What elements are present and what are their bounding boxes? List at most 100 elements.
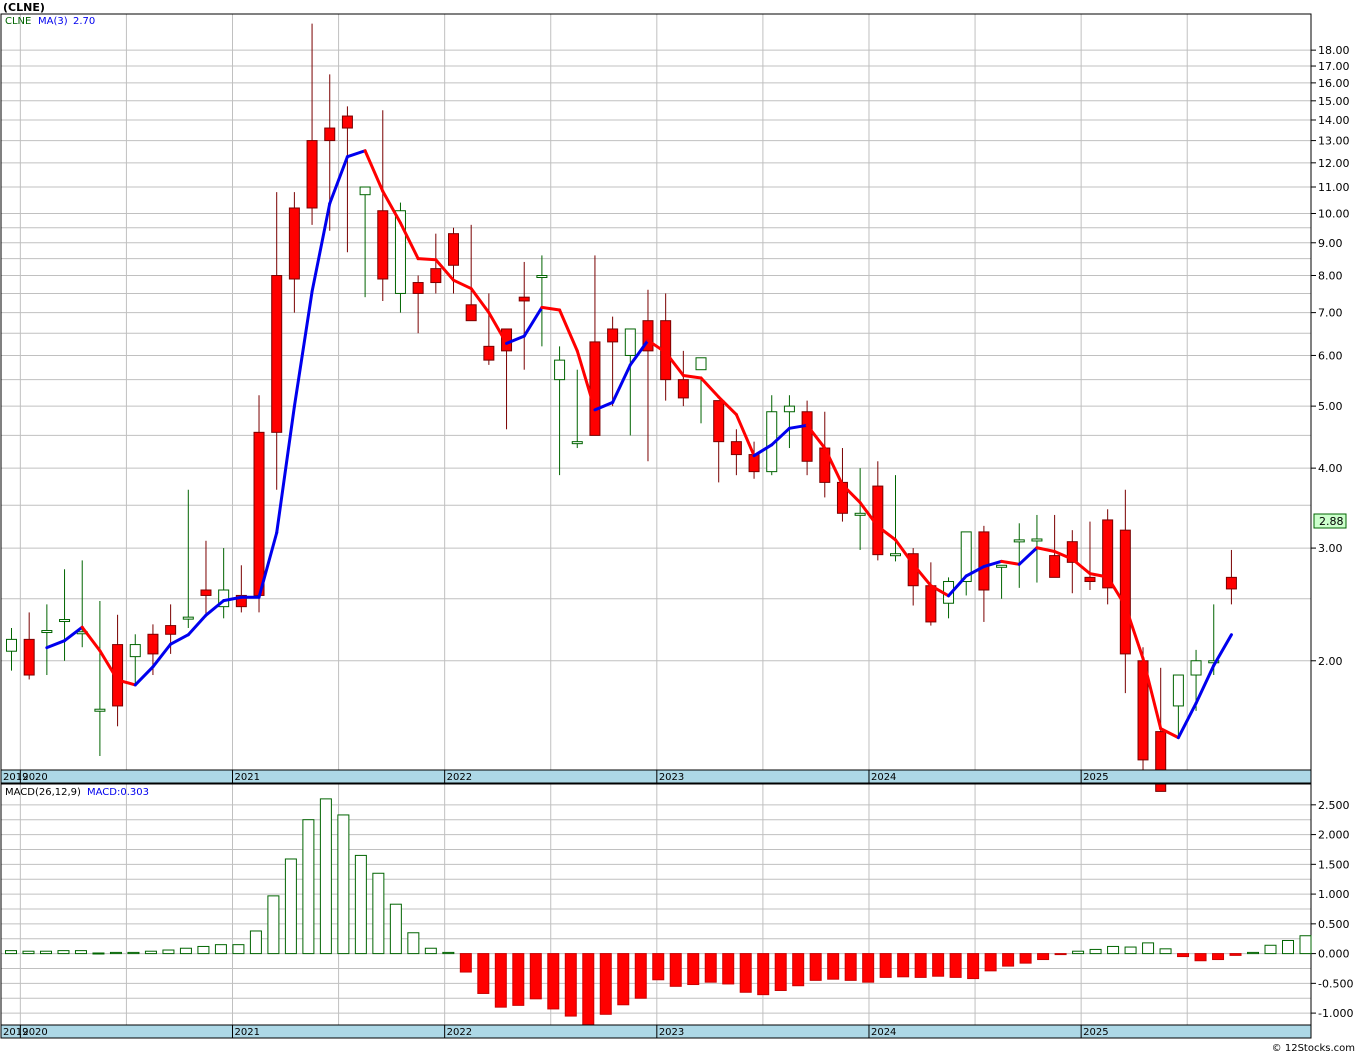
macd-bar [372, 872, 385, 955]
candle-body [165, 625, 177, 635]
last-price-value: 2.88 [1319, 515, 1344, 528]
candle-body [677, 379, 689, 399]
candle-body [483, 345, 495, 361]
candle-body [306, 140, 318, 209]
candle-body [518, 296, 530, 302]
macd-bar [267, 895, 280, 955]
macd-bar [74, 950, 87, 955]
macd-bar [1089, 948, 1102, 955]
macd-bar [424, 947, 437, 955]
candle-body [1172, 674, 1184, 707]
price-y-tick-label: 6.00 [1318, 349, 1343, 362]
candle-body [801, 411, 813, 462]
lower-x-tick-label: 2022 [447, 1027, 472, 1038]
macd-bar [39, 950, 52, 955]
upper-x-axis-band [0, 769, 1312, 784]
candle-body [288, 207, 300, 280]
macd-bar [22, 950, 35, 955]
macd-y-tick-label: 2.500 [1318, 799, 1350, 812]
price-y-tick-label: 2.00 [1318, 655, 1343, 668]
macd-y-tick-label: 2.000 [1318, 829, 1350, 842]
price-y-tick-label: 4.00 [1318, 462, 1343, 475]
price-y-tick-label: 11.00 [1318, 181, 1350, 194]
candle-body [925, 585, 937, 623]
upper-x-tick-label: 2022 [447, 772, 472, 783]
price-y-tick-label: 7.00 [1318, 307, 1343, 320]
macd-bar [494, 953, 507, 1008]
macd-bar [547, 953, 560, 1010]
candle-body [182, 616, 194, 620]
candle-body [536, 275, 548, 279]
lower-x-tick-label: 2024 [871, 1027, 896, 1038]
macd-bar [669, 953, 682, 987]
candle-body [1013, 539, 1025, 543]
candle-body [448, 233, 459, 266]
upper-x-axis: 20192020 2021 2022 2023 2024 2025 [0, 769, 1312, 784]
chart-title: (CLNE) [3, 1, 45, 14]
macd-y-tick-label: 1.000 [1318, 888, 1350, 901]
macd-bar [879, 953, 892, 978]
lower-x-tick-label: 2020 [22, 1027, 47, 1038]
macd-bar [319, 798, 332, 955]
macd-bar [127, 951, 140, 955]
macd-y-tick-label: 0.500 [1318, 918, 1350, 931]
macd-bar [1159, 948, 1172, 955]
macd-bar [477, 953, 490, 994]
macd-bar [1247, 951, 1260, 955]
macd-bar [1212, 953, 1225, 961]
macd-bar [1054, 953, 1067, 956]
macd-bar [459, 953, 472, 973]
macd-bar [739, 953, 752, 993]
upper-x-tick-label: 2023 [659, 772, 684, 783]
candle-body [783, 405, 795, 413]
price-y-tick-label: 13.00 [1318, 135, 1350, 148]
macd-bar [1194, 953, 1207, 962]
macd-bar [564, 953, 577, 1017]
stock-chart: 18.00 17.00 16.00 15.00 14.00 13.00 12.00 11.00… [0, 0, 1360, 1056]
macd-bar [774, 953, 787, 991]
macd-bar [144, 950, 157, 955]
macd-label: MACD(26,12,9) [5, 787, 81, 798]
macd-bar [284, 858, 297, 955]
macd-y-tick-label: 0.000 [1318, 948, 1350, 961]
candle-body [377, 210, 389, 280]
macd-bar [1142, 942, 1155, 955]
candle-body [359, 186, 371, 196]
macd-value: MACD:0.303 [87, 787, 149, 798]
chart-background [0, 0, 1360, 1056]
lower-x-axis-band [0, 1024, 1312, 1039]
candle-body [713, 400, 725, 443]
candle-body [1084, 576, 1096, 583]
candle-body [1225, 576, 1237, 590]
candle-body [147, 633, 159, 655]
price-y-tick-label: 12.00 [1318, 157, 1350, 170]
candle-body [996, 564, 1008, 568]
lower-x-axis: 20192020 2021 2022 2023 2024 2025 [0, 1024, 1312, 1039]
macd-bar [197, 945, 210, 955]
upper-x-tick-label: 2021 [235, 772, 260, 783]
candle-body [129, 644, 141, 658]
candle-body [341, 115, 353, 129]
candle-body [589, 341, 601, 436]
macd-bar [214, 944, 227, 955]
macd-y-tick-label: -0.500 [1318, 977, 1353, 990]
candle-body [430, 268, 442, 284]
price-y-tick-label: 9.00 [1318, 237, 1343, 250]
price-y-tick-label: 8.00 [1318, 270, 1343, 283]
candle-body [695, 357, 707, 371]
macd-bar [949, 953, 962, 978]
candle-body [200, 589, 212, 596]
macd-bar [389, 903, 402, 955]
upper-x-tick-label: 2024 [871, 772, 896, 783]
candle-body [23, 638, 35, 676]
macd-bar [179, 947, 192, 955]
macd-bar [1002, 953, 1015, 967]
candle-body [607, 328, 619, 343]
macd-bar [652, 953, 665, 981]
macd-bar [914, 953, 927, 978]
macd-bar [1072, 950, 1085, 955]
macd-y-tick-label: 1.500 [1318, 858, 1350, 871]
ma-segment [416, 257, 438, 262]
macd-bar [827, 953, 840, 980]
candle-body [412, 282, 424, 294]
